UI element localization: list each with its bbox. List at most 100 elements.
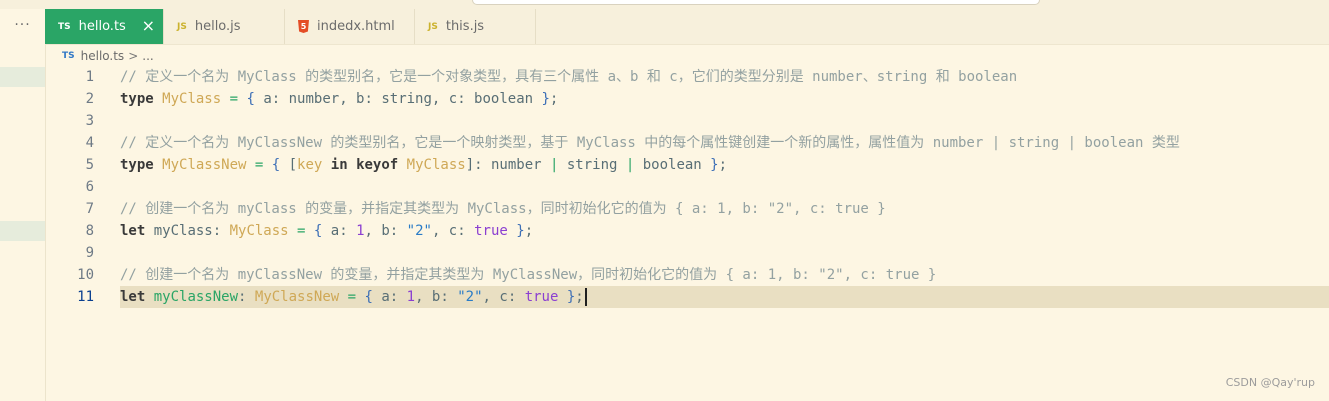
code-token: = (339, 289, 365, 305)
code-token: : (238, 289, 255, 305)
text-cursor (584, 288, 587, 306)
tab-label: hello.ts (78, 19, 126, 34)
code-line[interactable]: 1 // 定义一个名为 MyClass 的类型别名，它是一个对象类型，具有三个属性… (45, 66, 1329, 88)
tab-this-js[interactable]: JS this.js (415, 9, 536, 44)
code-token: ; (524, 223, 534, 239)
code-token: } (710, 157, 719, 173)
code-token: MyClassNew (162, 157, 247, 173)
code-token: myClass: (145, 223, 230, 239)
code-line[interactable]: 5 type MyClassNew = { [key in keyof MyCla… (45, 154, 1329, 176)
code-token: type (120, 91, 154, 107)
code-text: // 定义一个名为 MyClass 的类型别名，它是一个对象类型，具有三个属性 … (120, 66, 1017, 88)
code-token: = (288, 223, 314, 239)
line-number: 3 (85, 113, 94, 129)
code-text: // 定义一个名为 MyClassNew 的类型别名，它是一个映射类型，基于 M… (120, 132, 1180, 154)
code-token: true (474, 223, 508, 239)
code-token: } (541, 91, 550, 107)
code-token: 1 (356, 223, 365, 239)
code-line[interactable]: 3 (45, 110, 1329, 132)
code-token: a: (322, 223, 357, 239)
code-token: ]: number (465, 157, 550, 173)
code-text: // 创建一个名为 myClass 的变量，并指定其类型为 MyClass，同时… (120, 198, 886, 220)
line-number: 6 (85, 179, 94, 195)
line-number: 1 (85, 69, 94, 85)
code-token: true (524, 289, 559, 305)
code-token: a: (372, 289, 407, 305)
code-token: ; (575, 289, 584, 305)
code-token: "2" (457, 289, 483, 305)
code-line[interactable]: 9 (45, 242, 1329, 264)
code-text: let myClass: MyClass = { a: 1, b: "2", c… (120, 220, 533, 242)
code-token: key (297, 157, 323, 173)
code-token: MyClass (162, 91, 222, 107)
line-number: 4 (85, 135, 94, 151)
line-number: 8 (85, 223, 94, 239)
change-marker (0, 221, 45, 241)
code-text: // 创建一个名为 myClassNew 的变量，并指定其类型为 MyClass… (120, 264, 936, 286)
code-line[interactable]: 8 let myClass: MyClass = { a: 1, b: "2", … (45, 220, 1329, 242)
code-token: let (120, 223, 146, 239)
tab-label: this.js (445, 19, 485, 34)
typescript-icon: TS (62, 51, 75, 61)
code-token: { (271, 157, 281, 173)
tab-indedx-html[interactable]: 5 indedx.html (285, 9, 415, 44)
tab-hello-ts[interactable]: TS hello.ts × (45, 9, 164, 44)
javascript-icon: JS (428, 21, 438, 32)
code-token: , c: (431, 223, 475, 239)
close-icon[interactable]: × (142, 17, 155, 35)
code-token: MyClassNew (254, 289, 340, 305)
line-number: 7 (85, 201, 94, 217)
change-marker (0, 67, 45, 87)
breadcrumb-symbols[interactable]: ... (142, 49, 153, 63)
horizontal-scrollbar[interactable] (472, 0, 1040, 5)
code-line[interactable]: 6 (45, 176, 1329, 198)
code-line[interactable]: 2 type MyClass = { a: number, b: string, … (45, 88, 1329, 110)
code-token: a: number, b: string, c: boolean (254, 91, 542, 107)
code-token: ; (718, 157, 728, 173)
code-line[interactable]: 10 // 创建一个名为 myClassNew 的变量，并指定其类型为 MyCla… (45, 264, 1329, 286)
code-token: // 定义一个名为 MyClass 的类型别名，它是一个对象类型，具有三个属性 … (120, 69, 1018, 85)
code-text: type MyClass = { a: number, b: string, c… (120, 88, 558, 110)
code-line[interactable]: 7 // 创建一个名为 myClass 的变量，并指定其类型为 MyClass，同… (45, 198, 1329, 220)
code-token: { (364, 289, 373, 305)
html5-icon: 5 (298, 20, 309, 33)
tab-bar: TS hello.ts × JS hello.js 5 indedx.html … (45, 9, 1329, 45)
code-token: [ (280, 157, 298, 173)
more-actions-icon[interactable]: ··· (0, 17, 45, 33)
code-token: , b: (364, 223, 407, 239)
code-token: keyof (356, 157, 399, 173)
code-token: MyClass (406, 157, 466, 173)
line-number: 9 (85, 245, 94, 261)
code-token: } (516, 223, 525, 239)
code-token: type (120, 157, 154, 173)
code-token: , b: (415, 289, 458, 305)
line-number: 10 (77, 267, 94, 283)
activity-bar: ··· (0, 9, 46, 401)
line-number: 11 (77, 289, 94, 305)
code-token: // 创建一个名为 myClass 的变量，并指定其类型为 MyClass，同时… (120, 201, 886, 217)
tab-hello-js[interactable]: JS hello.js (164, 9, 285, 44)
code-editor[interactable]: 1 // 定义一个名为 MyClass 的类型别名，它是一个对象类型，具有三个属性… (45, 66, 1329, 401)
line-number: 2 (85, 91, 94, 107)
code-token: boolean (634, 157, 711, 173)
code-token: , c: (482, 289, 525, 305)
code-token: MyClass (229, 223, 289, 239)
code-line[interactable]: 11 let myClassNew: MyClassNew = { a: 1, b… (45, 286, 1329, 308)
code-token: = (221, 91, 247, 107)
code-text: type MyClassNew = { [key in keyof MyClas… (120, 154, 727, 176)
top-strip (0, 0, 1329, 9)
javascript-icon: JS (177, 21, 187, 32)
code-token: myClassNew (153, 289, 239, 305)
code-token: = (246, 157, 272, 173)
code-token: { (246, 91, 255, 107)
chevron-right-icon: > (128, 49, 139, 63)
code-line[interactable]: 4 // 定义一个名为 MyClassNew 的类型别名，它是一个映射类型，基于 … (45, 132, 1329, 154)
breadcrumb-file[interactable]: hello.ts (81, 49, 125, 63)
tab-label: indedx.html (317, 19, 395, 34)
